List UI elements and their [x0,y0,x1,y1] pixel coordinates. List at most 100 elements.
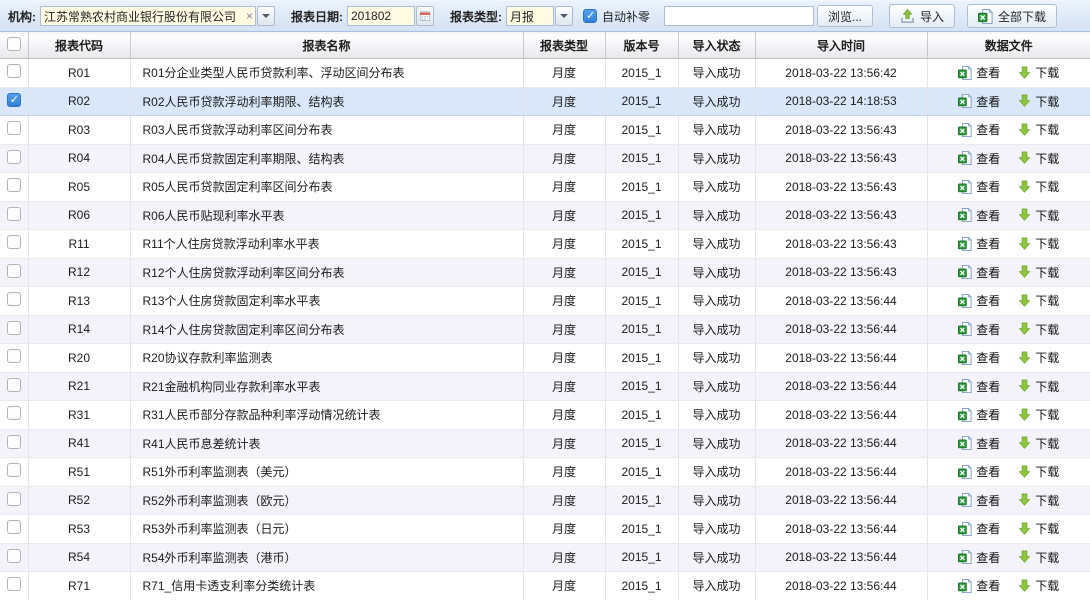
table-row[interactable]: R31 R31人民币部分存款品种利率浮动情况统计表 月度 2015_1 导入成功… [0,401,1090,430]
download-link[interactable]: 下载 [1018,549,1059,566]
row-checkbox[interactable] [7,435,21,449]
download-link[interactable]: 下载 [1018,435,1059,452]
org-dropdown-button[interactable] [257,6,275,26]
browse-button[interactable]: 浏览... [817,5,873,27]
autofill-checkbox[interactable] [583,9,597,23]
import-time: 2018-03-22 13:56:43 [755,230,927,259]
download-link[interactable]: 下载 [1018,121,1059,138]
download-link[interactable]: 下载 [1018,235,1059,252]
download-link[interactable]: 下载 [1018,292,1059,309]
view-link[interactable]: 查看 [958,235,1000,252]
table-row[interactable]: R12 R12个人住房贷款浮动利率区间分布表 月度 2015_1 导入成功 20… [0,258,1090,287]
date-input[interactable] [347,6,415,26]
table-row[interactable]: R54 R54外币利率监测表（港币） 月度 2015_1 导入成功 2018-0… [0,543,1090,572]
download-link[interactable]: 下载 [1018,577,1059,594]
view-link[interactable]: 查看 [958,492,1000,509]
download-link[interactable]: 下载 [1018,207,1059,224]
select-all-checkbox[interactable] [7,37,21,51]
table-row[interactable]: R01 R01分企业类型人民币贷款利率、浮动区间分布表 月度 2015_1 导入… [0,59,1090,88]
type-dropdown-button[interactable] [555,6,573,26]
view-link[interactable]: 查看 [958,406,1000,423]
view-link[interactable]: 查看 [958,121,1000,138]
row-checkbox[interactable] [7,178,21,192]
view-link[interactable]: 查看 [958,178,1000,195]
row-checkbox[interactable] [7,549,21,563]
table-row[interactable]: R05 R05人民币贷款固定利率区间分布表 月度 2015_1 导入成功 201… [0,173,1090,202]
view-link[interactable]: 查看 [958,577,1000,594]
date-picker-button[interactable] [416,6,434,26]
row-checkbox[interactable] [7,64,21,78]
view-link[interactable]: 查看 [958,150,1000,167]
view-link[interactable]: 查看 [958,435,1000,452]
view-link[interactable]: 查看 [958,64,1000,81]
row-checkbox[interactable] [7,235,21,249]
table-row[interactable]: R20 R20协议存款利率监测表 月度 2015_1 导入成功 2018-03-… [0,344,1090,373]
select-all-header[interactable] [0,33,28,59]
row-checkbox[interactable] [7,349,21,363]
row-checkbox[interactable] [7,577,21,591]
view-link[interactable]: 查看 [958,520,1000,537]
download-link[interactable]: 下载 [1018,492,1059,509]
view-link[interactable]: 查看 [958,207,1000,224]
download-link[interactable]: 下载 [1018,378,1059,395]
header-type[interactable]: 报表类型 [523,33,605,59]
header-name[interactable]: 报表名称 [130,33,523,59]
row-checkbox[interactable] [7,378,21,392]
table-row[interactable]: R13 R13个人住房贷款固定利率水平表 月度 2015_1 导入成功 2018… [0,287,1090,316]
table-row[interactable]: R41 R41人民币息差统计表 月度 2015_1 导入成功 2018-03-2… [0,429,1090,458]
row-checkbox[interactable] [7,150,21,164]
header-status[interactable]: 导入状态 [678,33,755,59]
row-checkbox[interactable] [7,520,21,534]
view-link[interactable]: 查看 [958,292,1000,309]
table-row[interactable]: R52 R52外币利率监测表（欧元） 月度 2015_1 导入成功 2018-0… [0,486,1090,515]
row-checkbox[interactable] [7,406,21,420]
report-code: R05 [28,173,130,202]
table-row[interactable]: R53 R53外币利率监测表（日元） 月度 2015_1 导入成功 2018-0… [0,515,1090,544]
table-row[interactable]: R71 R71_信用卡透支利率分类统计表 月度 2015_1 导入成功 2018… [0,572,1090,600]
download-link[interactable]: 下载 [1018,264,1059,281]
view-link[interactable]: 查看 [958,264,1000,281]
view-link[interactable]: 查看 [958,463,1000,480]
row-checkbox[interactable] [7,321,21,335]
table-row[interactable]: R11 R11个人住房贷款浮动利率水平表 月度 2015_1 导入成功 2018… [0,230,1090,259]
org-input[interactable] [40,6,256,26]
download-link[interactable]: 下载 [1018,349,1059,366]
row-checkbox[interactable] [7,264,21,278]
header-version[interactable]: 版本号 [605,33,678,59]
header-time[interactable]: 导入时间 [755,33,927,59]
download-link[interactable]: 下载 [1018,520,1059,537]
file-input[interactable] [664,6,814,26]
view-link[interactable]: 查看 [958,549,1000,566]
header-files[interactable]: 数据文件 [927,33,1090,59]
download-link[interactable]: 下载 [1018,93,1059,110]
view-link[interactable]: 查看 [958,93,1000,110]
table-row[interactable]: R51 R51外币利率监测表（美元） 月度 2015_1 导入成功 2018-0… [0,458,1090,487]
table-row[interactable]: R14 R14个人住房贷款固定利率区间分布表 月度 2015_1 导入成功 20… [0,315,1090,344]
table-row[interactable]: R06 R06人民币贴现利率水平表 月度 2015_1 导入成功 2018-03… [0,201,1090,230]
row-checkbox[interactable] [7,121,21,135]
download-link[interactable]: 下载 [1018,178,1059,195]
download-link[interactable]: 下载 [1018,150,1059,167]
clear-icon[interactable]: × [246,8,253,24]
table-row[interactable]: R03 R03人民币贷款浮动利率区间分布表 月度 2015_1 导入成功 201… [0,116,1090,145]
import-button[interactable]: 导入 [889,4,955,28]
row-checkbox[interactable] [7,463,21,477]
type-input[interactable] [506,6,554,26]
import-status: 导入成功 [678,116,755,145]
row-checkbox[interactable] [7,492,21,506]
table-row[interactable]: R21 R21金融机构同业存款利率水平表 月度 2015_1 导入成功 2018… [0,372,1090,401]
view-link[interactable]: 查看 [958,378,1000,395]
view-link[interactable]: 查看 [958,321,1000,338]
download-link[interactable]: 下载 [1018,321,1059,338]
table-row[interactable]: R04 R04人民币贷款固定利率期限、结构表 月度 2015_1 导入成功 20… [0,144,1090,173]
download-link[interactable]: 下载 [1018,463,1059,480]
table-row[interactable]: R02 R02人民币贷款浮动利率期限、结构表 月度 2015_1 导入成功 20… [0,87,1090,116]
header-code[interactable]: 报表代码 [28,33,130,59]
row-checkbox[interactable] [7,207,21,221]
download-all-button[interactable]: 全部下载 [967,4,1057,28]
download-link[interactable]: 下载 [1018,406,1059,423]
row-checkbox[interactable] [7,93,21,107]
download-link[interactable]: 下载 [1018,64,1059,81]
row-checkbox[interactable] [7,292,21,306]
view-link[interactable]: 查看 [958,349,1000,366]
